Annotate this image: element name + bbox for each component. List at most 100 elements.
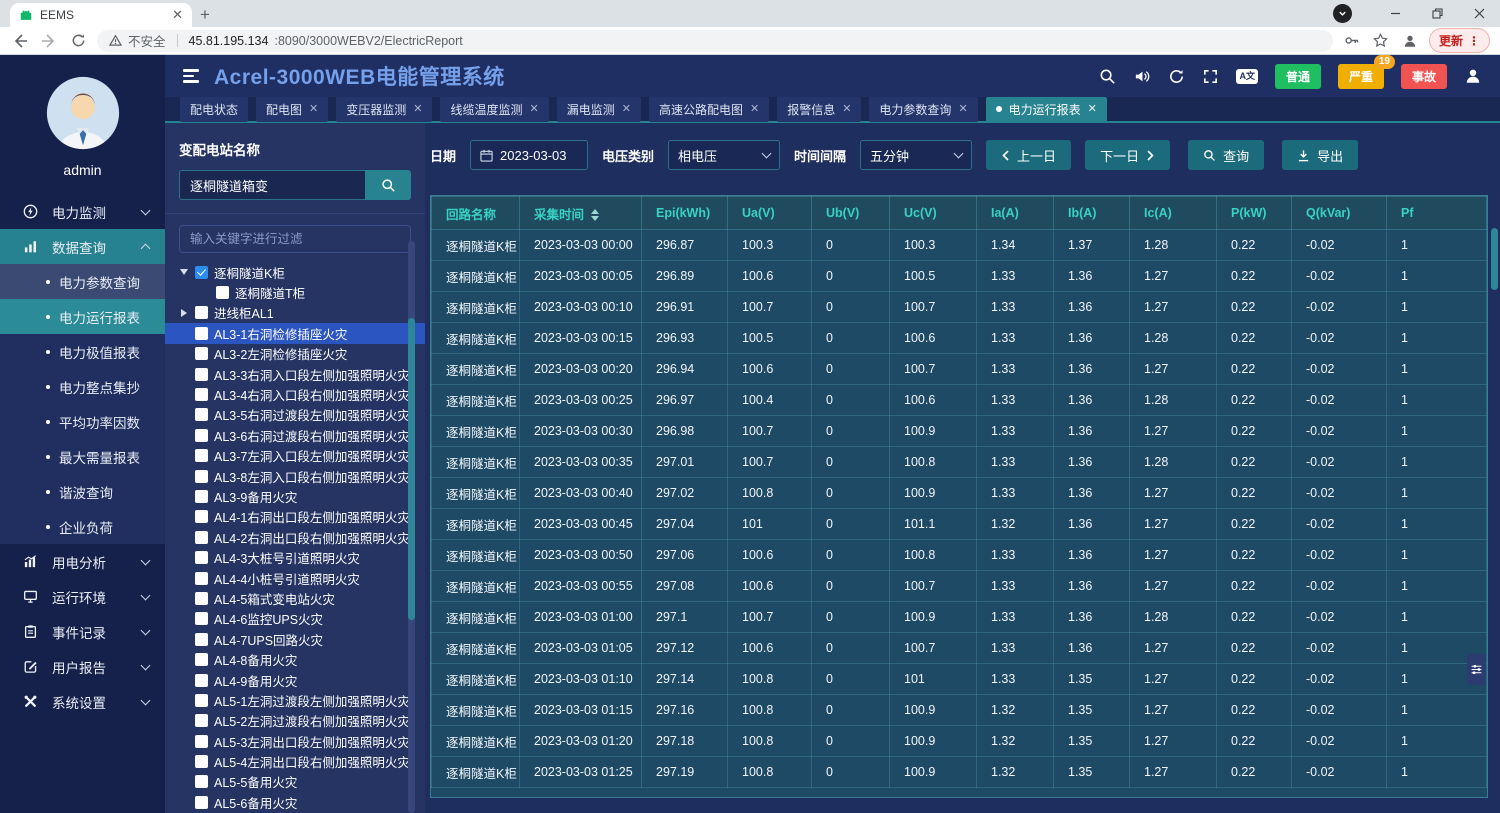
tree-caret-icon[interactable] [179, 410, 189, 420]
sidebar-item-group-11[interactable]: 运行环境 [0, 579, 165, 614]
password-key-icon[interactable] [1342, 33, 1362, 48]
tree-checkbox[interactable] [195, 694, 208, 707]
table-row[interactable]: 逐桐隧道K柜2023-03-03 00:50297.06100.60100.81… [432, 540, 1487, 571]
station-search-button[interactable] [365, 170, 411, 200]
tab-close-icon[interactable]: ✕ [172, 7, 183, 23]
tab[interactable]: 配电图 ✕ [256, 97, 328, 122]
tree-checkbox[interactable] [195, 266, 208, 279]
tree-node[interactable]: AL4-5箱式变电站火灾 [179, 588, 411, 608]
sidebar-item-group-14[interactable]: 系统设置 [0, 684, 165, 719]
tree-node[interactable]: AL3-8左洞入口段右侧加强照明火灾 [179, 466, 411, 486]
prev-day-button[interactable]: 上一日 [986, 140, 1071, 170]
browser-update-button[interactable]: 更新⋮ [1429, 28, 1490, 53]
tree-checkbox[interactable] [216, 286, 229, 299]
table-row[interactable]: 逐桐隧道K柜2023-03-03 00:30296.98100.70100.91… [432, 416, 1487, 447]
tree-checkbox[interactable] [195, 531, 208, 544]
tree-caret-icon[interactable] [179, 614, 189, 624]
table-row[interactable]: 逐桐隧道K柜2023-03-03 01:20297.18100.80100.91… [432, 726, 1487, 757]
sidebar-item-group-1[interactable]: 数据查询 [0, 229, 165, 264]
tree-checkbox[interactable] [195, 429, 208, 442]
tree-node[interactable]: 逐桐隧道K柜 [179, 262, 411, 282]
column-settings-button[interactable] [1467, 654, 1486, 685]
fullscreen-icon[interactable] [1202, 68, 1219, 85]
avatar[interactable] [45, 75, 121, 151]
tree-caret-icon[interactable] [179, 593, 189, 603]
table-row[interactable]: 逐桐隧道K柜2023-03-03 00:35297.01100.70100.81… [432, 447, 1487, 478]
tree-caret-icon[interactable] [179, 349, 189, 359]
tree-node[interactable]: AL3-4右洞入口段右侧加强照明火灾 [179, 384, 411, 404]
tree-checkbox[interactable] [195, 612, 208, 625]
sidebar-item-sub-3[interactable]: 电力运行报表 [0, 299, 165, 334]
tree-checkbox[interactable] [195, 633, 208, 646]
user-icon[interactable] [1464, 67, 1482, 85]
table-row[interactable]: 逐桐隧道K柜2023-03-03 01:05297.12100.60100.71… [432, 633, 1487, 664]
browser-tab[interactable]: EEMS ✕ [10, 3, 192, 27]
speaker-icon[interactable] [1133, 68, 1151, 85]
tab[interactable]: 报警信息 ✕ [777, 97, 861, 122]
tab-close-icon[interactable]: ✕ [413, 104, 422, 115]
tree-node[interactable]: AL4-3大桩号引道照明火灾 [179, 547, 411, 567]
tree-caret-icon[interactable] [179, 328, 189, 338]
tree-caret-icon[interactable] [179, 512, 189, 522]
tree-caret-icon[interactable] [179, 369, 189, 379]
tree-caret-icon[interactable] [179, 736, 189, 746]
sidebar-item-group-13[interactable]: 用户报告 [0, 649, 165, 684]
sidebar-item-sub-2[interactable]: 电力参数查询 [0, 264, 165, 299]
sidebar-item-sub-4[interactable]: 电力极值报表 [0, 334, 165, 369]
tree-caret-icon[interactable] [179, 532, 189, 542]
tree-caret-icon[interactable] [179, 655, 189, 665]
tree-checkbox[interactable] [195, 572, 208, 585]
export-button[interactable]: 导出 [1282, 140, 1358, 170]
browser-user-icon[interactable] [1400, 33, 1420, 49]
tree-node[interactable]: AL3-9备用火灾 [179, 486, 411, 506]
tree-caret-icon[interactable] [179, 267, 189, 277]
tree-caret-icon[interactable] [179, 757, 189, 767]
tree-node[interactable]: AL4-6监控UPS火灾 [179, 609, 411, 629]
tree-caret-icon[interactable] [200, 288, 210, 298]
window-close-button[interactable] [1458, 0, 1500, 27]
tab-close-icon[interactable]: ✕ [622, 104, 631, 115]
tree-checkbox[interactable] [195, 592, 208, 605]
tree-node[interactable]: 逐桐隧道T柜 [179, 282, 411, 302]
tree-node[interactable]: 进线柜AL1 [179, 303, 411, 323]
forward-icon[interactable] [39, 33, 59, 49]
new-tab-button[interactable]: + [192, 3, 218, 27]
sidebar-item-group-12[interactable]: 事件记录 [0, 614, 165, 649]
interval-select[interactable]: 五分钟 [860, 140, 972, 170]
refresh-icon[interactable] [1168, 68, 1185, 85]
sidebar-item-sub-5[interactable]: 电力整点集抄 [0, 369, 165, 404]
tree-node[interactable]: AL4-4小桩号引道照明火灾 [179, 568, 411, 588]
tree-checkbox[interactable] [195, 388, 208, 401]
table-row[interactable]: 逐桐隧道K柜2023-03-03 00:20296.94100.60100.71… [432, 354, 1487, 385]
tab-close-icon[interactable]: ✕ [750, 104, 759, 115]
browser-profile-menu-icon[interactable] [1333, 4, 1352, 23]
tree-checkbox[interactable] [195, 408, 208, 421]
tab-close-icon[interactable]: ✕ [842, 104, 851, 115]
table-row[interactable]: 逐桐隧道K柜2023-03-03 00:25296.97100.40100.61… [432, 385, 1487, 416]
back-icon[interactable] [10, 33, 30, 49]
tab-close-icon[interactable]: ✕ [958, 104, 967, 115]
tab[interactable]: 高速公路配电图 ✕ [649, 97, 769, 122]
tree-caret-icon[interactable] [179, 451, 189, 461]
menu-toggle-icon[interactable] [183, 69, 199, 82]
tree-caret-icon[interactable] [179, 491, 189, 501]
tab-close-icon[interactable]: ✕ [309, 104, 318, 115]
tree-checkbox[interactable] [195, 674, 208, 687]
tree-node[interactable]: AL5-6备用火灾 [179, 792, 411, 812]
tree-checkbox[interactable] [195, 347, 208, 360]
table-row[interactable]: 逐桐隧道K柜2023-03-03 00:45297.041010101.11.3… [432, 509, 1487, 540]
tree-checkbox[interactable] [195, 510, 208, 523]
next-day-button[interactable]: 下一日 [1085, 140, 1170, 170]
table-row[interactable]: 逐桐隧道K柜2023-03-03 01:15297.16100.80100.91… [432, 695, 1487, 726]
tab[interactable]: 配电状态 [180, 97, 248, 122]
tree-node[interactable]: AL3-3右洞入口段左侧加强照明火灾 [179, 364, 411, 384]
tree-node[interactable]: AL5-2左洞过渡段右侧加强照明火灾 [179, 711, 411, 731]
tree-checkbox[interactable] [195, 449, 208, 462]
tree-checkbox[interactable] [195, 775, 208, 788]
table-row[interactable]: 逐桐隧道K柜2023-03-03 00:40297.02100.80100.91… [432, 478, 1487, 509]
tree-caret-icon[interactable] [179, 716, 189, 726]
tree-node[interactable]: AL3-7左洞入口段左侧加强照明火灾 [179, 446, 411, 466]
station-search-input[interactable] [179, 170, 365, 200]
tree-checkbox[interactable] [195, 755, 208, 768]
tree-caret-icon[interactable] [179, 308, 189, 318]
